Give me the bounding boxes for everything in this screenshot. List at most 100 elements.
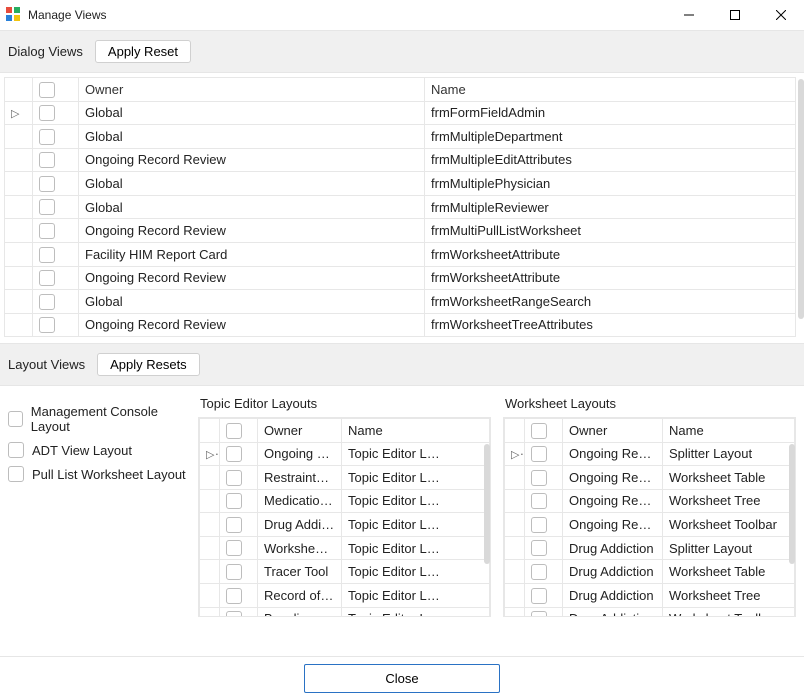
expand-icon[interactable]: ▷	[511, 448, 519, 461]
row-checkbox[interactable]	[39, 152, 55, 168]
row-checkbox[interactable]	[531, 611, 547, 617]
table-row[interactable]: GlobalfrmMultipleDepartment	[5, 125, 796, 149]
layout-check-row[interactable]: Management Console Layout	[8, 404, 186, 434]
cell-name: Worksheet Toolbar	[663, 513, 795, 537]
row-checkbox[interactable]	[39, 223, 55, 239]
table-row[interactable]: Facility HIM Report CardfrmWorksheetAttr…	[5, 242, 796, 266]
table-row[interactable]: Ongoing Record ReviewfrmWorksheetAttribu…	[5, 266, 796, 290]
dialog-views-grid[interactable]: Owner Name ▷GlobalfrmFormFieldAdminGloba…	[4, 77, 796, 337]
layout-views-header: Layout Views Apply Resets	[0, 343, 804, 386]
table-row[interactable]: Restraints an…Topic Editor L…	[200, 466, 490, 490]
row-checkbox[interactable]	[39, 270, 55, 286]
row-checkbox[interactable]	[39, 176, 55, 192]
row-checkbox[interactable]	[531, 588, 547, 604]
table-row[interactable]: GlobalfrmWorksheetRangeSearch	[5, 290, 796, 314]
row-checkbox[interactable]	[39, 105, 55, 121]
cell-name: Topic Editor L…	[342, 466, 490, 490]
layout-checkbox[interactable]	[8, 466, 24, 482]
row-checkbox[interactable]	[531, 470, 547, 486]
table-row[interactable]: Ongoing Record …Worksheet Table	[505, 466, 795, 490]
table-row[interactable]: ▷ Ongoing Record …Splitter Layout	[505, 442, 795, 466]
table-row[interactable]: Drug AddictionTopic Editor L…	[200, 513, 490, 537]
row-checkbox[interactable]	[39, 129, 55, 145]
table-row[interactable]: ▷Ongoing Rec…Topic Editor L…	[200, 442, 490, 466]
topic-select-all-checkbox[interactable]	[226, 423, 242, 439]
worksheet-header-owner[interactable]: Owner	[563, 419, 663, 443]
layout-checkbox[interactable]	[8, 442, 24, 458]
table-row[interactable]: Worksheet-C…Topic Editor L…	[200, 536, 490, 560]
table-row[interactable]: Record of CareTopic Editor L…	[200, 583, 490, 607]
expand-icon[interactable]: ▷	[206, 448, 214, 461]
row-checkbox[interactable]	[226, 446, 242, 462]
worksheet-header-name[interactable]: Name	[663, 419, 795, 443]
row-checkbox[interactable]	[531, 564, 547, 580]
table-row[interactable]: Ongoing Record ReviewfrmMultiPullListWor…	[5, 219, 796, 243]
row-checkbox[interactable]	[531, 517, 547, 533]
header-check[interactable]	[33, 78, 79, 102]
header-owner[interactable]: Owner	[79, 78, 425, 102]
topic-header-name[interactable]: Name	[342, 419, 490, 443]
row-checkbox[interactable]	[531, 446, 547, 462]
cell-name: Splitter Layout	[663, 442, 795, 466]
table-row[interactable]: GlobalfrmMultiplePhysician	[5, 172, 796, 196]
row-checkbox[interactable]	[226, 564, 242, 580]
row-checkbox[interactable]	[39, 199, 55, 215]
layout-check-row[interactable]: ADT View Layout	[8, 442, 186, 458]
worksheet-scrollbar[interactable]	[789, 444, 795, 564]
table-row[interactable]: Ongoing Record ReviewfrmWorksheetTreeAtt…	[5, 313, 796, 337]
table-row[interactable]: Ongoing Record ReviewfrmMultipleEditAttr…	[5, 148, 796, 172]
minimize-button[interactable]	[666, 0, 712, 30]
row-checkbox[interactable]	[531, 493, 547, 509]
layout-check-row[interactable]: Pull List Worksheet Layout	[8, 466, 186, 482]
row-checkbox[interactable]	[39, 247, 55, 263]
table-row[interactable]: Ongoing Record …Worksheet Toolbar	[505, 513, 795, 537]
cell-name: frmWorksheetAttribute	[425, 242, 796, 266]
cell-name: frmMultipleDepartment	[425, 125, 796, 149]
row-checkbox[interactable]	[39, 317, 55, 333]
row-checkbox[interactable]	[531, 540, 547, 556]
table-row[interactable]: Baseline Focu…Topic Editor L…	[200, 607, 490, 617]
worksheet-grid[interactable]: Owner Name ▷ Ongoing Record …Splitter Lay…	[504, 418, 795, 617]
table-row[interactable]: Drug AddictionWorksheet Tree	[505, 583, 795, 607]
header-name[interactable]: Name	[425, 78, 796, 102]
row-checkbox[interactable]	[226, 588, 242, 604]
topic-editor-grid[interactable]: Owner Name ▷Ongoing Rec…Topic Editor L…R…	[199, 418, 490, 617]
row-checkbox[interactable]	[226, 611, 242, 617]
topic-header-owner[interactable]: Owner	[258, 419, 342, 443]
row-checkbox[interactable]	[226, 470, 242, 486]
layout-checkbox[interactable]	[8, 411, 23, 427]
header-expand	[5, 78, 33, 102]
layout-check-label: ADT View Layout	[32, 443, 132, 458]
row-checkbox[interactable]	[226, 493, 242, 509]
worksheet-select-all-checkbox[interactable]	[531, 423, 547, 439]
table-row[interactable]: Drug AddictionWorksheet Table	[505, 560, 795, 584]
cell-name: Topic Editor L…	[342, 442, 490, 466]
worksheet-layouts-panel: Worksheet Layouts Owner Name ▷Ongoing Re…	[503, 396, 796, 617]
table-row[interactable]: Medication M…Topic Editor L…	[200, 489, 490, 513]
cell-owner: Medication M…	[258, 489, 342, 513]
apply-resets-button[interactable]: Apply Resets	[97, 353, 200, 376]
table-row[interactable]: Drug AddictionWorksheet Toolbar	[505, 607, 795, 617]
topic-editor-layouts-panel: Topic Editor Layouts Owner Name ▷Ongoing…	[198, 396, 491, 617]
cell-owner: Ongoing Record …	[563, 442, 663, 466]
cell-name: Topic Editor L…	[342, 560, 490, 584]
table-row[interactable]: GlobalfrmMultipleReviewer	[5, 195, 796, 219]
row-checkbox[interactable]	[226, 540, 242, 556]
row-checkbox[interactable]	[39, 294, 55, 310]
close-window-button[interactable]	[758, 0, 804, 30]
cell-name: frmMultipleEditAttributes	[425, 148, 796, 172]
row-checkbox[interactable]	[226, 517, 242, 533]
cell-owner: Baseline Focu…	[258, 607, 342, 617]
cell-owner: Drug Addiction	[563, 560, 663, 584]
table-row[interactable]: Drug AddictionSplitter Layout	[505, 536, 795, 560]
topic-editor-scrollbar[interactable]	[484, 444, 490, 564]
dialog-views-scrollbar[interactable]	[798, 79, 804, 319]
table-row[interactable]: ▷GlobalfrmFormFieldAdmin	[5, 101, 796, 125]
expand-icon[interactable]: ▷	[11, 107, 19, 120]
maximize-button[interactable]	[712, 0, 758, 30]
table-row[interactable]: Ongoing Record …Worksheet Tree	[505, 489, 795, 513]
select-all-checkbox[interactable]	[39, 82, 55, 98]
apply-reset-button[interactable]: Apply Reset	[95, 40, 191, 63]
table-row[interactable]: Tracer ToolTopic Editor L…	[200, 560, 490, 584]
close-button[interactable]: Close	[304, 664, 499, 693]
